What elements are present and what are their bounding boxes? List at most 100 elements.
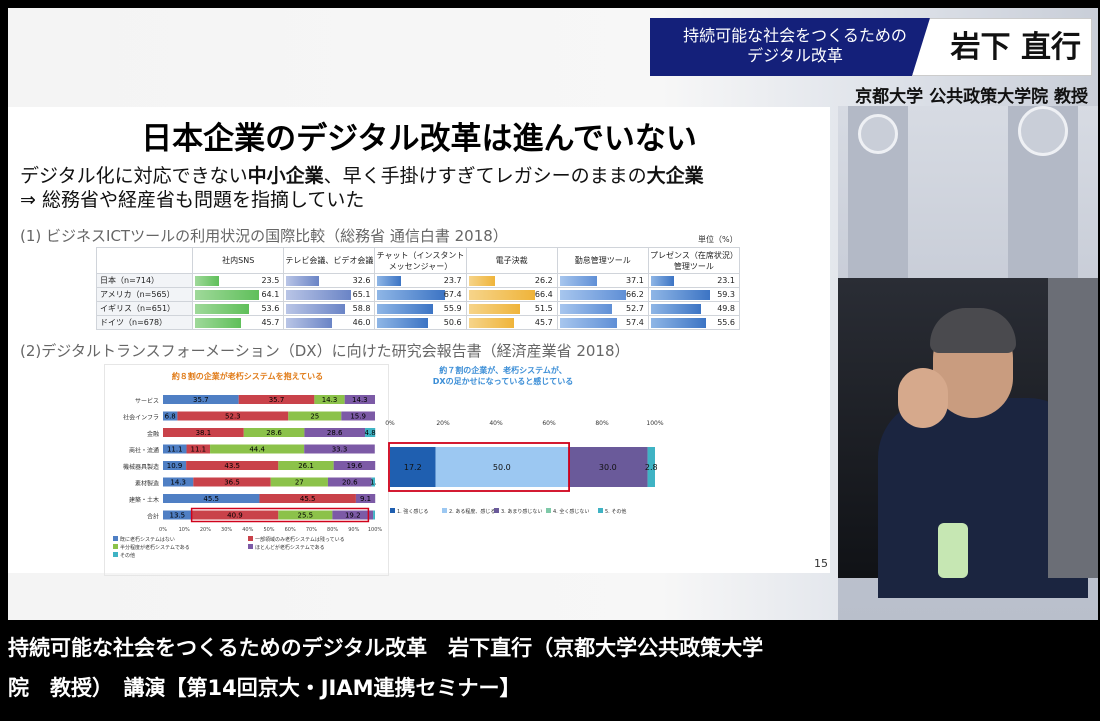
value-bar <box>195 304 249 314</box>
data-label: 45.5 <box>203 495 219 503</box>
table-cell: 45.7 <box>192 315 285 330</box>
dx-obstacle-chart: 0% 20% 40% 60% 80% 100% 17.2 50.0 30.0 2.8 1. 強く感じ… <box>385 420 664 515</box>
slide-bullet-2: ⇒ 総務省や経産省も問題を指摘していた <box>20 189 365 211</box>
chart2-title: 約７割の企業が、老朽システムが、 DXの足かせになっていると感じている <box>403 365 603 387</box>
speaker-hand <box>898 368 948 428</box>
data-label: 9.1 <box>360 495 371 503</box>
cell-value: 32.6 <box>352 276 371 285</box>
legacy-system-chart: 約８割の企業が老朽システムを抱えている サービス 35.7 35.7 14.3 14.3… <box>104 364 389 576</box>
cell-value: 45.7 <box>261 318 280 327</box>
cell-value: 57.4 <box>626 318 644 327</box>
value-bar <box>468 318 515 328</box>
data-label: 17.2 <box>404 463 422 472</box>
category-label: サービス <box>135 397 159 405</box>
x-tick-label: 40% <box>242 527 253 533</box>
value-bar <box>377 276 402 286</box>
cell-value: 58.8 <box>352 304 371 313</box>
legend-label: 4. 全く感じない <box>553 508 589 515</box>
cell-value: 49.8 <box>717 304 735 313</box>
x-tick-label: 20% <box>436 420 450 427</box>
chart2-title-line1: 約７割の企業が、老朽システムが、 <box>439 366 567 375</box>
water-bottle <box>938 523 968 578</box>
legend-swatch <box>390 508 395 513</box>
legend-label: 半分程度が老朽システムである <box>120 544 190 551</box>
cell-value: 23.7 <box>443 276 462 285</box>
legend-label: その他 <box>120 552 135 559</box>
data-label: 2.8 <box>645 463 658 472</box>
banner-subtitle: 持続可能な社会をつくるための デジタル改革 <box>650 18 940 76</box>
value-bar <box>468 276 495 286</box>
banner-subtitle-line2: デジタル改革 <box>747 46 843 65</box>
value-bar <box>559 276 597 286</box>
table-cell: 23.7 <box>374 273 467 288</box>
table-cell: 46.0 <box>283 315 376 330</box>
table-unit: 単位（%） <box>698 235 738 244</box>
caption-line-1: 持続可能な社会をつくるためのデジタル改革 岩下直行（京都大学公共政策大学 <box>8 636 764 660</box>
table-corner <box>95 247 194 274</box>
value-bar <box>195 290 260 300</box>
data-label: 38.1 <box>196 429 212 437</box>
legend-label: 既に老朽システムはない <box>120 536 175 543</box>
video-title-caption: 持続可能な社会をつくるためのデジタル改革 岩下直行（京都大学公共政策大学 院 教… <box>8 628 1098 708</box>
table-cell: 67.4 <box>374 287 467 302</box>
cell-value: 55.6 <box>717 318 735 327</box>
cell-value: 50.6 <box>443 318 462 327</box>
row-label: アメリカ（n=565） <box>95 287 194 302</box>
table-cell: 37.1 <box>556 273 649 288</box>
data-label: 1. <box>370 479 377 487</box>
clock-face <box>1018 106 1068 156</box>
category-label: 素材製造 <box>135 480 159 488</box>
table-cell: 57.4 <box>556 315 649 330</box>
cell-value: 55.9 <box>443 304 462 313</box>
pillar <box>1048 278 1098 578</box>
x-tick-label: 30% <box>221 527 232 533</box>
table-cell: 26.2 <box>465 273 558 288</box>
text-emphasis: 大企業 <box>646 165 704 187</box>
ict-usage-table: 社内SNS テレビ会議、ビデオ会議 チャット（インスタントメッセンジャー） 電子… <box>95 247 741 330</box>
data-label: 28.6 <box>327 429 343 437</box>
legend-label: ほとんどが老朽システムである <box>255 544 325 551</box>
value-bar <box>377 318 429 328</box>
legend-swatch <box>113 552 118 557</box>
legend-label: 3. あまり感じない <box>501 508 542 515</box>
value-bar <box>559 318 618 328</box>
x-tick-label: 20% <box>200 527 211 533</box>
cell-value: 52.7 <box>626 304 644 313</box>
table-cell: 49.8 <box>647 301 741 316</box>
data-label: 14.3 <box>322 396 338 404</box>
cell-value: 53.6 <box>261 304 280 313</box>
column-header: テレビ会議、ビデオ会議 <box>283 247 376 274</box>
value-bar <box>559 304 613 314</box>
data-label: 11.1 <box>167 446 183 454</box>
slide-title: 日本企業のデジタル改革は進んでいない <box>141 121 697 157</box>
value-bar <box>377 304 434 314</box>
section-heading-2: (2)デジタルトランスフォーメーション（DX）に向けた研究会報告書（経済産業省 … <box>20 342 630 360</box>
data-label: 25.5 <box>298 512 314 520</box>
x-tick-label: 80% <box>595 420 609 427</box>
x-tick-label: 100% <box>368 527 383 533</box>
data-label: 4.8 <box>365 429 376 437</box>
category-label: 金融 <box>147 430 159 438</box>
data-label: 52.3 <box>225 413 241 421</box>
table-cell: 52.7 <box>556 301 649 316</box>
clock-face <box>858 114 898 154</box>
cell-value: 23.1 <box>717 276 735 285</box>
table-cell: 45.7 <box>465 315 558 330</box>
table-cell: 51.5 <box>465 301 558 316</box>
column-header: 社内SNS <box>192 247 285 274</box>
cell-value: 46.0 <box>352 318 371 327</box>
caption-line-2: 院 教授） 講演【第14回京大・JIAM連携セミナー】 <box>8 676 521 700</box>
data-label: 36.5 <box>224 479 240 487</box>
section-heading-1: (1) ビジネスICTツールの利用状況の国際比較（総務省 通信白書 2018） <box>20 227 508 245</box>
value-bar <box>286 304 346 314</box>
table-cell: 58.8 <box>283 301 376 316</box>
text-emphasis: 中小企業 <box>247 165 324 187</box>
legend-label: 5. その他 <box>605 508 626 515</box>
data-label: 10.9 <box>167 462 183 470</box>
data-label: 43.5 <box>224 462 240 470</box>
chart2-title-line2: DXの足かせになっていると感じている <box>432 377 574 386</box>
x-tick-label: 70% <box>306 527 317 533</box>
x-tick-label: 90% <box>348 527 359 533</box>
data-label: 19.6 <box>347 462 363 470</box>
table-cell: 64.1 <box>192 287 285 302</box>
